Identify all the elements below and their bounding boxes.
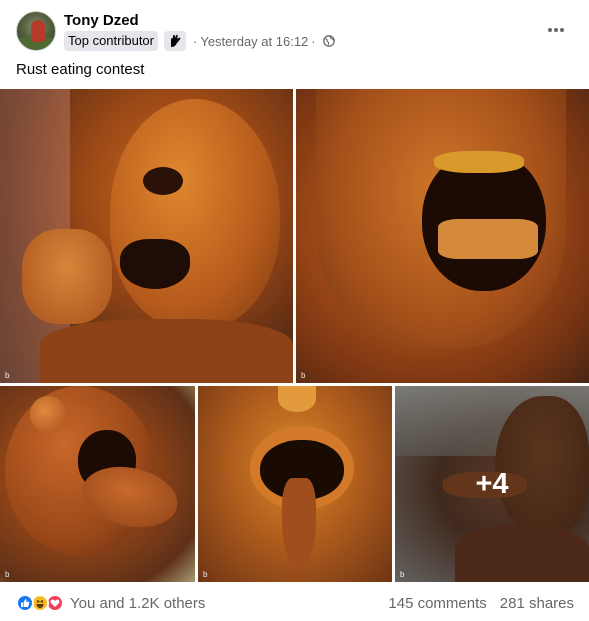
post-stats: 145 comments 281 shares: [388, 593, 574, 613]
facebook-post: Tony Dzed Top contributor · Yesterday at…: [0, 0, 589, 621]
photo-1-eye: [143, 167, 183, 195]
comments-count[interactable]: 145 comments: [388, 595, 486, 612]
contributor-hand-icon: [164, 31, 186, 51]
photo-1-head: [110, 99, 280, 329]
photo-5-corner-mark: b: [400, 570, 405, 579]
photo-2-teeth: [434, 151, 524, 173]
photo-1-mouth: [120, 239, 190, 289]
photo-4-drip: [282, 478, 316, 568]
photo-1-hand: [22, 229, 112, 324]
post-meta: Top contributor · Yesterday at 16:12 ·: [64, 31, 335, 51]
reaction-count-text: You and 1.2K others: [70, 594, 206, 612]
reactions-summary[interactable]: You and 1.2K others: [16, 593, 205, 613]
photo-5-more[interactable]: +4 b: [395, 386, 589, 582]
photo-2-corner-mark: b: [301, 371, 306, 380]
post-timestamp[interactable]: Yesterday at 16:12: [200, 34, 308, 49]
photo-3-corner-mark: b: [5, 570, 10, 579]
post-caption: Rust eating contest: [16, 61, 145, 78]
meta-separator: ·: [193, 33, 198, 49]
author-name[interactable]: Tony Dzed: [64, 12, 139, 29]
more-horizontal-icon: [548, 28, 564, 32]
photo-3[interactable]: b: [0, 386, 195, 582]
author-avatar[interactable]: [16, 11, 56, 51]
like-icon: [16, 594, 34, 612]
more-photos-count[interactable]: +4: [395, 386, 589, 582]
top-contributor-badge[interactable]: Top contributor: [64, 31, 158, 51]
globe-icon: [322, 35, 335, 47]
photo-4-nose: [278, 386, 316, 412]
photo-2[interactable]: b: [296, 89, 589, 383]
photo-1[interactable]: b: [0, 89, 293, 383]
shares-count[interactable]: 281 shares: [500, 595, 574, 612]
meta-separator-2: ·: [311, 33, 316, 49]
photo-2-rust-chunk: [438, 219, 538, 259]
more-options-button[interactable]: [540, 14, 572, 46]
photo-4-corner-mark: b: [203, 570, 208, 579]
photo-3-eye: [30, 396, 66, 432]
avatar-figure: [31, 20, 45, 42]
photo-1-body: [40, 319, 293, 383]
photo-1-corner-mark: b: [5, 371, 10, 380]
photo-4[interactable]: b: [198, 386, 392, 582]
